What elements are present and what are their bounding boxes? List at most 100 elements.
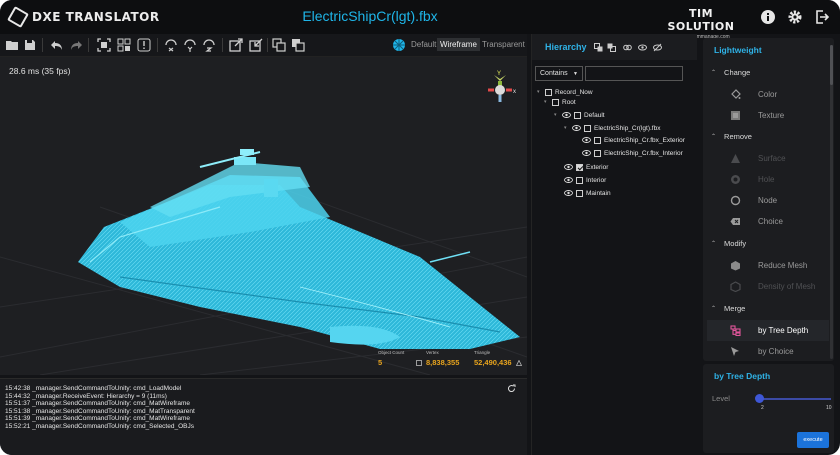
tree-depth-title: by Tree Depth (714, 371, 771, 381)
reduce-mesh-option[interactable]: Reduce Mesh (707, 255, 829, 276)
tree-node-checkbox[interactable] (594, 149, 601, 157)
save-icon[interactable] (23, 38, 37, 52)
tree-node[interactable]: ElectricShip_Cr.fbx_Exterior (582, 135, 685, 145)
color-option[interactable]: Color (707, 84, 829, 105)
tree-node-checkbox[interactable] (584, 124, 591, 132)
tree-node-label: Record_Now (555, 88, 593, 96)
execute-button[interactable]: execute (797, 432, 829, 448)
visibility-eye-icon[interactable] (564, 177, 573, 183)
surface-option[interactable]: Surface (707, 148, 829, 169)
export-icon[interactable] (229, 38, 243, 52)
copy-icon[interactable] (272, 38, 286, 52)
tree-depth-panel: by Tree Depth Level 2 10 execute (703, 364, 834, 453)
tree-node-checkbox[interactable] (574, 111, 581, 119)
visibility-eye-icon[interactable] (562, 112, 571, 118)
density-of-mesh-option[interactable]: Density of Mesh (707, 276, 829, 297)
section-merge-label: Merge (724, 304, 746, 313)
tree-node[interactable]: ▾ Default (554, 110, 605, 120)
rotate-x-icon[interactable] (164, 38, 178, 52)
alert-icon[interactable] (137, 38, 151, 52)
log-lines: 15:42:38 _manager.SendCommandToUnity: cm… (5, 385, 195, 431)
expand-caret-icon[interactable]: ▾ (564, 125, 569, 131)
object-count-label: Object Count (378, 350, 405, 355)
hole-option[interactable]: Hole (707, 169, 829, 190)
section-change-label: Change (724, 68, 751, 77)
copy-icon[interactable] (594, 43, 603, 52)
tree-node[interactable]: ElectricShip_Cr.fbx_Interior (582, 148, 683, 158)
import-icon[interactable] (249, 38, 263, 52)
view-mode-transparent[interactable]: Transparent (479, 38, 528, 51)
log-console[interactable]: 15:42:38 _manager.SendCommandToUnity: cm… (0, 378, 527, 455)
tree-node[interactable]: Maintain (564, 188, 611, 198)
object-count-value: 5 (378, 358, 383, 367)
tree-node-checkbox[interactable] (545, 88, 552, 96)
tree-node-checkbox[interactable] (576, 176, 583, 184)
node-option[interactable]: Node (707, 190, 829, 211)
section-modify[interactable]: ⌃ Modify (711, 239, 746, 248)
view-mode-default[interactable]: Default (408, 38, 439, 51)
tree-node[interactable]: ▾ ElectricShip_Cr(lgt).fbx (564, 123, 660, 133)
tree-node-checkbox[interactable] (594, 136, 601, 144)
expand-caret-icon[interactable]: ▾ (554, 112, 559, 118)
level-slider-min: 2 (761, 405, 764, 411)
view-hide-icon[interactable] (653, 43, 662, 52)
paste-icon[interactable] (607, 43, 616, 52)
render-mode-icon[interactable] (392, 38, 406, 52)
by-choice-option[interactable]: by Choice (707, 341, 829, 362)
level-slider-track[interactable] (759, 398, 831, 400)
tree-node[interactable]: Exterior (564, 162, 608, 172)
title-bar: DXE TRANSLATOR ElectricShipCr(lgt).fbx T… (0, 0, 840, 40)
3d-viewport[interactable]: 28.6 ms (35 fps) Y x Object Count 5 Vert… (0, 57, 527, 375)
visibility-eye-icon[interactable] (582, 150, 591, 156)
paste-icon[interactable] (291, 38, 305, 52)
tree-node-label: Exterior (586, 163, 609, 171)
redo-icon[interactable] (69, 38, 83, 52)
view-show-icon[interactable] (638, 43, 647, 52)
filter-dropdown[interactable]: Contains ▼ (535, 66, 583, 81)
choice-remove-option[interactable]: Choice (707, 211, 829, 232)
info-icon[interactable] (760, 9, 776, 25)
rotate-z-icon[interactable] (202, 38, 216, 52)
panel-scrollbar[interactable] (830, 45, 833, 359)
visibility-eye-icon[interactable] (572, 125, 581, 131)
tree-node-checkbox[interactable] (576, 163, 583, 171)
view-mode-wireframe[interactable]: Wireframe (437, 38, 480, 51)
tree-node-checkbox[interactable] (552, 98, 559, 106)
tree-node[interactable]: Interior (564, 175, 606, 185)
app-window: DXE TRANSLATOR ElectricShipCr(lgt).fbx T… (0, 0, 840, 455)
chevron-up-icon: ⌃ (711, 306, 717, 312)
filter-dropdown-value: Contains (540, 70, 568, 77)
rotate-y-icon[interactable] (183, 38, 197, 52)
section-change[interactable]: ⌃ Change (711, 68, 750, 77)
logout-icon[interactable] (814, 9, 830, 25)
visibility-eye-icon[interactable] (564, 190, 573, 196)
toolbar-divider (42, 38, 43, 52)
axis-gizmo[interactable]: Y x (480, 67, 520, 107)
open-folder-icon[interactable] (5, 38, 19, 52)
expand-caret-icon[interactable]: ▾ (544, 99, 549, 105)
refresh-icon[interactable] (507, 384, 516, 393)
brand-name: TIM SOLUTION (667, 7, 735, 33)
texture-option[interactable]: Texture (707, 105, 829, 126)
section-merge[interactable]: ⌃ Merge (711, 304, 745, 313)
toolbar-divider (88, 38, 89, 52)
density-of-mesh-option-label: Density of Mesh (758, 282, 816, 291)
tree-node[interactable]: ▾ Record_Now (537, 87, 593, 97)
gear-icon[interactable] (787, 9, 803, 25)
hierarchy-search-input[interactable] (585, 66, 683, 81)
visibility-eye-icon[interactable] (582, 137, 591, 143)
undo-icon[interactable] (50, 38, 64, 52)
by-tree-depth-option[interactable]: by Tree Depth (707, 320, 829, 341)
expand-caret-icon[interactable]: ▾ (537, 89, 542, 95)
viewport-canvas[interactable] (0, 57, 527, 375)
density-icon (730, 281, 741, 292)
link-icon[interactable] (623, 43, 632, 52)
tree-node[interactable]: ▾ Root (544, 97, 576, 107)
section-remove[interactable]: ⌃ Remove (711, 132, 752, 141)
scrollbar-thumb[interactable] (830, 45, 833, 85)
visibility-eye-icon[interactable] (564, 164, 573, 170)
level-slider-handle[interactable] (755, 394, 764, 403)
tree-node-checkbox[interactable] (576, 189, 583, 197)
grid-icon[interactable] (117, 38, 131, 52)
fit-view-icon[interactable] (97, 38, 111, 52)
